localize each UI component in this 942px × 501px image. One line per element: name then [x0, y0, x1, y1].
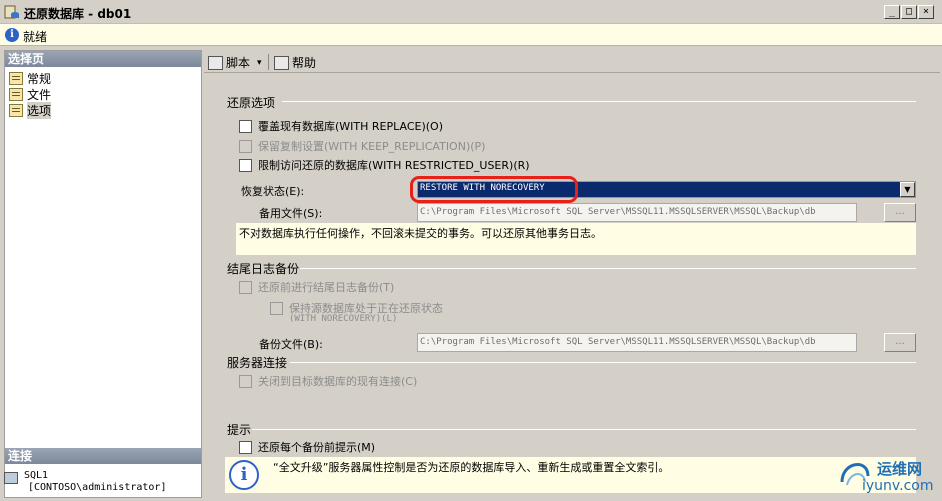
- recovery-state-label: 恢复状态(E):: [241, 185, 305, 198]
- keep-replication-checkbox-row: 保留复制设置(WITH KEEP_REPLICATION)(P): [239, 138, 485, 154]
- watermark-text-cn: 运维网: [877, 460, 923, 478]
- leave-restoring-checkbox: [270, 301, 283, 315]
- standby-file-label: 备用文件(S):: [259, 207, 323, 220]
- window-title: 还原数据库 - db01: [24, 7, 132, 21]
- script-button[interactable]: 脚本 ▾: [208, 54, 262, 71]
- nav-item-label: 选项: [27, 101, 52, 119]
- prompt-each-checkbox-row[interactable]: 还原每个备份前提示(M): [239, 439, 375, 455]
- server-icon: [4, 472, 18, 484]
- tail-log-title: 结尾日志备份: [227, 262, 300, 276]
- restore-options-title: 还原选项: [227, 96, 276, 110]
- leave-restoring-sublabel: (WITH NORECOVERY)(L): [289, 314, 398, 324]
- info-note-text: “全文升级”服务器属性控制是否为还原的数据库导入、重新生成或重置全文索引。: [273, 461, 670, 474]
- keep-replication-label: 保留复制设置(WITH KEEP_REPLICATION)(P): [258, 140, 486, 153]
- group-divider: [300, 268, 916, 269]
- status-text: 就绪: [23, 30, 48, 44]
- tail-log-checkbox-row: 还原前进行结尾日志备份(T): [239, 279, 394, 295]
- chevron-down-icon[interactable]: ▾: [257, 58, 262, 68]
- tail-log-label: 还原前进行结尾日志备份(T): [258, 281, 395, 294]
- help-icon: [274, 55, 289, 70]
- nav-item-options[interactable]: 选项: [9, 101, 52, 119]
- close-button[interactable]: ×: [918, 5, 934, 19]
- status-strip: [0, 24, 942, 46]
- left-pane: 选择页 常规 文件 选项 连接: [4, 50, 202, 498]
- page-icon: [9, 87, 23, 101]
- connection-header: 连接: [5, 448, 201, 464]
- overwrite-label: 覆盖现有数据库(WITH REPLACE)(O): [258, 120, 444, 133]
- nav-item-label: 常规: [27, 71, 52, 86]
- restore-database-icon: [4, 5, 19, 19]
- restricted-user-checkbox[interactable]: [239, 158, 252, 172]
- nav-item-label: 文件: [27, 87, 52, 102]
- toolbar-separator: [268, 54, 269, 70]
- prompt-each-label: 还原每个备份前提示(M): [258, 441, 376, 454]
- group-divider: [252, 429, 916, 430]
- page-icon: [9, 71, 23, 85]
- script-label: 脚本: [226, 56, 251, 70]
- title-bar: [0, 0, 942, 24]
- connection-server: SQL1: [24, 470, 49, 481]
- restricted-user-label: 限制访问还原的数据库(WITH RESTRICTED_USER)(R): [258, 159, 530, 172]
- watermark-text-en: iyunv.com: [862, 478, 934, 494]
- tail-log-checkbox: [239, 280, 252, 294]
- help-button[interactable]: 帮助: [274, 54, 316, 71]
- close-connections-label: 关闭到目标数据库的现有连接(C): [258, 375, 418, 388]
- backup-browse-button: ...: [884, 333, 916, 352]
- restricted-user-checkbox-row[interactable]: 限制访问还原的数据库(WITH RESTRICTED_USER)(R): [239, 157, 530, 173]
- maximize-button[interactable]: □: [901, 5, 917, 19]
- standby-browse-button: ...: [884, 203, 916, 222]
- close-connections-checkbox-row: 关闭到目标数据库的现有连接(C): [239, 373, 417, 389]
- close-connections-checkbox: [239, 374, 252, 388]
- keep-replication-checkbox: [239, 139, 252, 153]
- overwrite-checkbox[interactable]: [239, 119, 252, 133]
- prompt-each-checkbox[interactable]: [239, 440, 252, 454]
- connection-user: [CONTOSO\administrator]: [28, 482, 167, 493]
- recovery-description-box: 不对数据库执行任何操作，不回滚未提交的事务。可以还原其他事务日志。: [236, 223, 916, 255]
- page-icon: [9, 103, 23, 117]
- recovery-description: 不对数据库执行任何操作，不回滚未提交的事务。可以还原其他事务日志。: [239, 227, 602, 240]
- overwrite-checkbox-row[interactable]: 覆盖现有数据库(WITH REPLACE)(O): [239, 118, 443, 134]
- info-icon: i: [229, 460, 259, 490]
- highlight-annotation: [410, 176, 578, 203]
- select-page-header: 选择页: [5, 51, 201, 67]
- prompt-title: 提示: [227, 423, 252, 437]
- backup-file-label: 备份文件(B):: [259, 338, 323, 351]
- backup-file-field: C:\Program Files\Microsoft SQL Server\MS…: [417, 333, 857, 352]
- info-note-box: “全文升级”服务器属性控制是否为还原的数据库导入、重新生成或重置全文索引。: [225, 457, 916, 493]
- nav-item-files[interactable]: 文件: [9, 86, 51, 102]
- server-connections-title: 服务器连接: [227, 356, 288, 370]
- help-label: 帮助: [292, 56, 317, 70]
- chevron-down-icon[interactable]: ▼: [900, 182, 915, 197]
- group-divider: [290, 362, 916, 363]
- nav-item-general[interactable]: 常规: [9, 70, 51, 86]
- standby-file-field: C:\Program Files\Microsoft SQL Server\MS…: [417, 203, 857, 222]
- group-divider: [282, 101, 916, 102]
- script-icon: [208, 55, 223, 70]
- minimize-button[interactable]: _: [884, 5, 900, 19]
- info-icon: i: [5, 28, 19, 42]
